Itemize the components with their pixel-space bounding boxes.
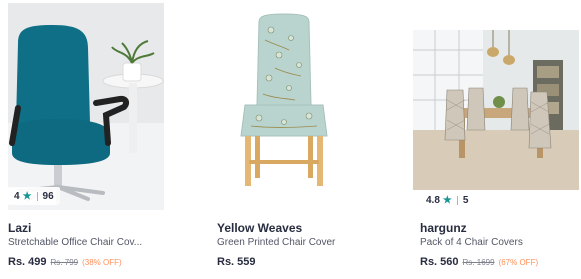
rating-badge: 4.8 ★ 5 bbox=[420, 191, 475, 209]
product-mrp: Rs. 799 bbox=[50, 258, 79, 267]
price-row: Rs. 560 Rs. 1699 (67% OFF) bbox=[420, 256, 538, 268]
star-icon: ★ bbox=[22, 190, 32, 202]
product-price: Rs. 499 bbox=[8, 256, 47, 268]
product-discount: (67% OFF) bbox=[498, 258, 539, 267]
product-brand[interactable]: hargunz bbox=[420, 221, 467, 235]
dining-chairs-image[interactable] bbox=[413, 30, 579, 190]
rating-divider bbox=[456, 195, 458, 205]
star-icon: ★ bbox=[442, 194, 452, 206]
rating-badge: 4 ★ 96 bbox=[8, 187, 60, 205]
product-discount: (38% OFF) bbox=[82, 258, 122, 267]
product-card[interactable]: 4.8 ★ 5 hargunz Pack of 4 Chair Covers R… bbox=[405, 0, 579, 279]
printed-chair-image[interactable] bbox=[229, 10, 339, 190]
product-card[interactable]: Yellow Weaves Green Printed Chair Cover … bbox=[202, 0, 370, 279]
product-brand[interactable]: Lazi bbox=[8, 221, 31, 235]
rating-value: 4 bbox=[14, 190, 20, 202]
product-name[interactable]: Stretchable Office Chair Cov... bbox=[8, 237, 142, 248]
office-chair-image[interactable] bbox=[8, 3, 164, 210]
price-row: Rs. 559 bbox=[217, 256, 256, 268]
price-row: Rs. 499 Rs. 799 (38% OFF) bbox=[8, 256, 122, 268]
rating-divider bbox=[36, 191, 38, 201]
product-name[interactable]: Green Printed Chair Cover bbox=[217, 237, 335, 248]
product-name[interactable]: Pack of 4 Chair Covers bbox=[420, 237, 523, 248]
product-card[interactable]: 4 ★ 96 Lazi Stretchable Office Chair Cov… bbox=[0, 0, 168, 279]
product-price: Rs. 559 bbox=[217, 256, 256, 268]
product-mrp: Rs. 1699 bbox=[462, 258, 495, 267]
rating-value: 4.8 bbox=[426, 194, 440, 206]
rating-count: 5 bbox=[462, 194, 469, 206]
product-brand[interactable]: Yellow Weaves bbox=[217, 221, 302, 235]
product-price: Rs. 560 bbox=[420, 256, 459, 268]
rating-count: 96 bbox=[42, 190, 54, 202]
